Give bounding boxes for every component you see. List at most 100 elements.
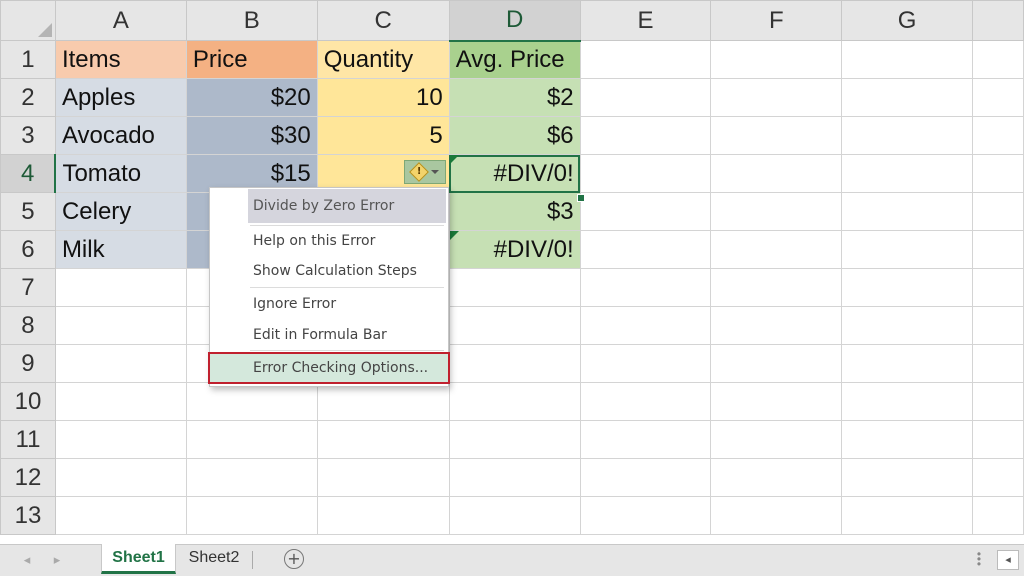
cell-e13[interactable] [579,496,712,535]
cell-a13[interactable] [54,496,187,535]
cell-h11[interactable] [972,420,1024,459]
cell-e5[interactable] [579,192,712,231]
cell-a10[interactable] [54,382,187,421]
cell-a12[interactable] [54,458,187,497]
cell-f7[interactable] [710,268,843,307]
cell-f11[interactable] [710,420,843,459]
cell-g2[interactable] [841,78,973,117]
add-sheet-icon[interactable]: + [284,549,304,569]
cell-e7[interactable] [579,268,712,307]
cell-h2[interactable] [972,78,1024,117]
cell-e1[interactable] [579,40,712,79]
row-header-5[interactable]: 5 [0,192,56,231]
cell-a9[interactable] [54,344,187,383]
cell-c13[interactable] [316,496,450,535]
menu-item-error-checking-options[interactable]: Error Checking Options... [208,352,450,384]
cell-h12[interactable] [972,458,1024,497]
row-header-8[interactable]: 8 [0,306,56,345]
cell-e3[interactable] [579,116,712,155]
column-header-f[interactable]: F [710,0,843,41]
cell-e6[interactable] [579,230,712,269]
cell-h7[interactable] [972,268,1024,307]
cell-d9[interactable] [448,344,581,383]
tab-sheet2[interactable]: Sheet2 [180,544,248,574]
row-header-6[interactable]: 6 [0,230,56,269]
cell-f10[interactable] [710,382,843,421]
cell-g1[interactable] [841,40,973,79]
cell-f2[interactable] [710,78,843,117]
select-all-corner[interactable] [0,0,56,41]
cell-g9[interactable] [841,344,973,383]
cell-c12[interactable] [316,458,450,497]
menu-item-help-on-error[interactable]: Help on this Error [248,227,446,255]
cell-d3[interactable]: $6 [448,116,581,155]
cell-a8[interactable] [54,306,187,345]
cell-e12[interactable] [579,458,712,497]
cell-g12[interactable] [841,458,973,497]
cell-d2[interactable]: $2 [448,78,581,117]
row-header-3[interactable]: 3 [0,116,56,155]
row-header-9[interactable]: 9 [0,344,56,383]
cell-d5[interactable]: $3 [448,192,581,231]
cell-g11[interactable] [841,420,973,459]
cell-d6[interactable]: #DIV/0! [448,230,581,269]
column-header-e[interactable]: E [579,0,712,41]
cell-d10[interactable] [448,382,581,421]
cell-f12[interactable] [710,458,843,497]
cell-b1[interactable]: Price [185,40,318,79]
cell-b12[interactable] [185,458,318,497]
row-header-7[interactable]: 7 [0,268,56,307]
cell-a6[interactable]: Milk [54,230,187,269]
cell-d12[interactable] [448,458,581,497]
cell-d13[interactable] [448,496,581,535]
cell-f13[interactable] [710,496,843,535]
menu-item-ignore-error[interactable]: Ignore Error [248,290,446,318]
row-header-10[interactable]: 10 [0,382,56,421]
cell-e2[interactable] [579,78,712,117]
cell-g5[interactable] [841,192,973,231]
cell-b2[interactable]: $20 [185,78,318,117]
column-header-g[interactable]: G [841,0,973,41]
cell-a11[interactable] [54,420,187,459]
cell-g8[interactable] [841,306,973,345]
cell-g10[interactable] [841,382,973,421]
cell-d8[interactable] [448,306,581,345]
cell-g7[interactable] [841,268,973,307]
split-handle-icon[interactable]: • • • [976,548,982,570]
cell-h4[interactable] [972,154,1024,193]
cell-f6[interactable] [710,230,843,269]
cell-e4[interactable] [579,154,712,193]
menu-item-show-calculation-steps[interactable]: Show Calculation Steps [248,257,446,285]
cell-g6[interactable] [841,230,973,269]
cell-b10[interactable] [185,382,318,421]
cell-a4[interactable]: Tomato [54,154,187,193]
column-header-b[interactable]: B [185,0,318,41]
cell-g13[interactable] [841,496,973,535]
cell-h8[interactable] [972,306,1024,345]
cell-e9[interactable] [579,344,712,383]
menu-item-edit-in-formula-bar[interactable]: Edit in Formula Bar [248,321,446,349]
scroll-left-button[interactable]: ◂ [997,550,1019,570]
cell-c3[interactable]: 5 [316,116,450,155]
cell-c11[interactable] [316,420,450,459]
row-header-4[interactable]: 4 [0,154,57,193]
cell-f3[interactable] [710,116,843,155]
fill-handle[interactable] [577,194,585,202]
cell-a2[interactable]: Apples [54,78,187,117]
cell-h5[interactable] [972,192,1024,231]
cell-f5[interactable] [710,192,843,231]
cell-a7[interactable] [54,268,187,307]
cell-f4[interactable] [710,154,843,193]
cell-f1[interactable] [710,40,843,79]
cell-a3[interactable]: Avocado [54,116,187,155]
cell-b11[interactable] [185,420,318,459]
tab-scroll-left-icon[interactable]: ◂ [20,551,34,569]
cell-f9[interactable] [710,344,843,383]
cell-b3[interactable]: $30 [185,116,318,155]
cell-a5[interactable]: Celery [54,192,187,231]
cell-d11[interactable] [448,420,581,459]
cell-d1[interactable]: Avg. Price [448,40,581,79]
cell-c1[interactable]: Quantity [316,40,450,79]
cell-h6[interactable] [972,230,1024,269]
cell-b13[interactable] [185,496,318,535]
